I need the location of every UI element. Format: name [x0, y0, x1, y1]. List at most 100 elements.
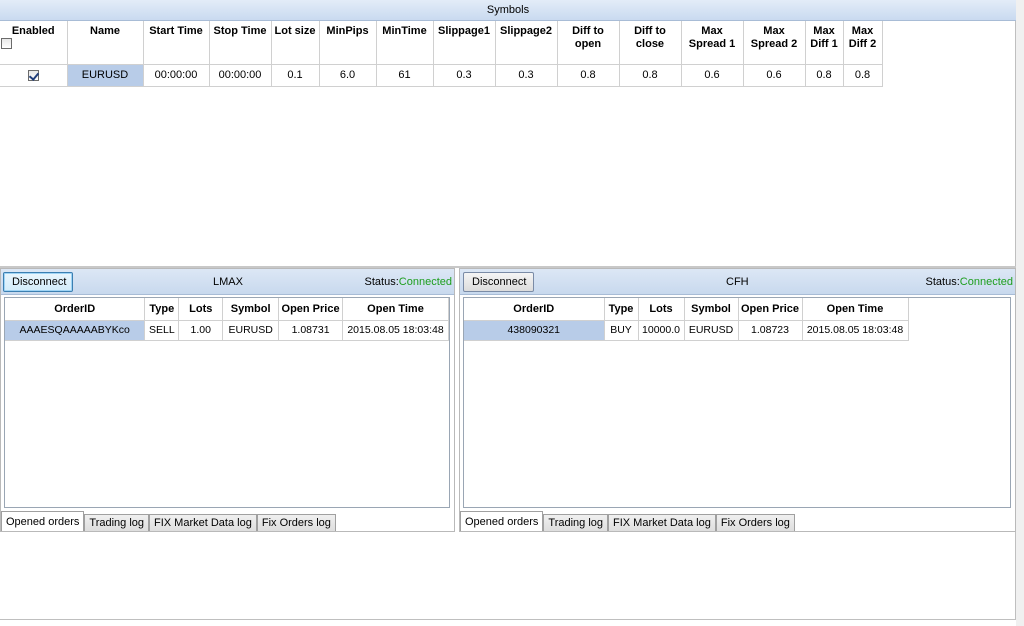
lmax-panel-title: LMAX [213, 276, 243, 288]
col-header-label: Max Spread 2 [750, 25, 798, 50]
col-header-type[interactable]: Type [144, 298, 180, 321]
symbols-grid[interactable]: Enabled Name Start Time Stop Time Lot si… [0, 21, 1016, 267]
col-header-label: Max Diff 2 [848, 25, 877, 50]
col-header-label: Slippage2 [500, 25, 552, 37]
table-row[interactable]: AAAESQAAAAABYKco SELL 1.00 EURUSD 1.0873… [5, 320, 449, 341]
col-header-label: Diff to close [634, 25, 666, 50]
symbol-name-cell[interactable]: EURUSD [67, 64, 144, 87]
col-header-diff-to-open[interactable]: Diff to open [557, 21, 620, 65]
order-open-time-cell[interactable]: 2015.08.05 18:03:48 [802, 320, 909, 341]
select-all-checkbox[interactable] [1, 38, 12, 49]
diff-to-open-cell[interactable]: 0.8 [557, 64, 620, 87]
col-header-start-time[interactable]: Start Time [143, 21, 210, 65]
col-header-enabled[interactable]: Enabled [0, 21, 68, 65]
col-header-lots[interactable]: Lots [178, 298, 224, 321]
cfh-status: Status:Connected [926, 269, 1013, 295]
cfh-tab-bar: Opened orders Trading log FIX Market Dat… [460, 511, 795, 531]
tab-fix-market-data-log[interactable]: FIX Market Data log [608, 514, 716, 531]
col-header-max-diff-1[interactable]: Max Diff 1 [805, 21, 844, 65]
order-type-cell[interactable]: SELL [144, 320, 180, 341]
max-spread-2-cell[interactable]: 0.6 [743, 64, 806, 87]
col-header-max-spread-2[interactable]: Max Spread 2 [743, 21, 806, 65]
col-header-symbol[interactable]: Symbol [222, 298, 280, 321]
lmax-orders-grid[interactable]: OrderID Type Lots Symbol Open Price Open… [4, 297, 450, 508]
cfh-panel: Disconnect CFH Status:Connected OrderID … [459, 268, 1016, 532]
table-row[interactable]: EURUSD 00:00:00 00:00:00 0.1 6.0 61 0.3 … [0, 64, 883, 87]
col-header-diff-to-close[interactable]: Diff to close [619, 21, 682, 65]
max-spread-1-cell[interactable]: 0.6 [681, 64, 744, 87]
diff-to-close-cell[interactable]: 0.8 [619, 64, 682, 87]
col-header-slippage1[interactable]: Slippage1 [433, 21, 496, 65]
col-header-label: Max Diff 1 [810, 25, 838, 50]
col-header-orderid[interactable]: OrderID [5, 298, 146, 321]
lmax-tab-bar: Opened orders Trading log FIX Market Dat… [1, 511, 336, 531]
table-row[interactable]: 438090321 BUY 10000.0 EURUSD 1.08723 201… [464, 320, 909, 341]
lmax-disconnect-button[interactable]: Disconnect [3, 272, 73, 292]
tab-opened-orders[interactable]: Opened orders [1, 511, 85, 531]
stop-time-cell[interactable]: 00:00:00 [209, 64, 272, 87]
col-header-mintime[interactable]: MinTime [376, 21, 434, 65]
col-header-label: Enabled [11, 25, 55, 37]
tab-trading-log[interactable]: Trading log [84, 514, 150, 531]
slippage2-cell[interactable]: 0.3 [495, 64, 558, 87]
lmax-panel: Disconnect LMAX Status:Connected OrderID… [0, 268, 455, 532]
col-header-open-price[interactable]: Open Price [738, 298, 803, 321]
col-header-lot-size[interactable]: Lot size [271, 21, 320, 65]
lot-size-cell[interactable]: 0.1 [271, 64, 320, 87]
cfh-panel-toolbar: Disconnect CFH Status:Connected [460, 269, 1015, 295]
order-lots-cell[interactable]: 1.00 [178, 320, 224, 341]
col-header-minpips[interactable]: MinPips [319, 21, 377, 65]
orders-header-row: OrderID Type Lots Symbol Open Price Open… [464, 298, 909, 321]
tab-fix-orders-log[interactable]: Fix Orders log [256, 514, 336, 531]
col-header-slippage2[interactable]: Slippage2 [495, 21, 558, 65]
tab-trading-log[interactable]: Trading log [543, 514, 609, 531]
start-time-cell[interactable]: 00:00:00 [143, 64, 210, 87]
col-header-lots[interactable]: Lots [638, 298, 685, 321]
cfh-panel-title: CFH [726, 276, 749, 288]
order-open-price-cell[interactable]: 1.08731 [278, 320, 343, 341]
enabled-cell[interactable] [0, 64, 68, 87]
symbols-header: Symbols [0, 0, 1016, 21]
max-diff-1-cell[interactable]: 0.8 [805, 64, 844, 87]
order-id-cell[interactable]: 438090321 [464, 320, 605, 341]
col-header-open-time[interactable]: Open Time [802, 298, 909, 321]
mintime-cell[interactable]: 61 [376, 64, 434, 87]
tab-fix-orders-log[interactable]: Fix Orders log [715, 514, 795, 531]
col-header-label: Slippage1 [438, 25, 490, 37]
enabled-checkbox[interactable] [27, 69, 39, 81]
tab-opened-orders[interactable]: Opened orders [460, 511, 544, 531]
order-open-time-cell[interactable]: 2015.08.05 18:03:48 [342, 320, 449, 341]
col-header-open-price[interactable]: Open Price [278, 298, 343, 321]
order-lots-cell[interactable]: 10000.0 [638, 320, 685, 341]
col-header-type[interactable]: Type [604, 298, 639, 321]
col-header-name[interactable]: Name [67, 21, 144, 65]
max-diff-2-cell[interactable]: 0.8 [843, 64, 883, 87]
col-header-max-diff-2[interactable]: Max Diff 2 [843, 21, 883, 65]
minpips-cell[interactable]: 6.0 [319, 64, 377, 87]
status-label: Status: [925, 276, 960, 288]
col-header-stop-time[interactable]: Stop Time [209, 21, 272, 65]
symbols-title: Symbols [486, 4, 530, 16]
col-header-label: Lot size [274, 25, 316, 37]
lmax-orders-table: OrderID Type Lots Symbol Open Price Open… [5, 298, 449, 341]
order-symbol-cell[interactable]: EURUSD [222, 320, 280, 341]
col-header-label: Stop Time [213, 25, 267, 37]
order-symbol-cell[interactable]: EURUSD [684, 320, 739, 341]
lmax-status: Status:Connected [365, 269, 452, 295]
slippage1-cell[interactable]: 0.3 [433, 64, 496, 87]
order-type-cell[interactable]: BUY [604, 320, 639, 341]
col-header-symbol[interactable]: Symbol [684, 298, 739, 321]
bottom-empty-area [0, 532, 1016, 620]
col-header-label: MinTime [382, 25, 427, 37]
col-header-open-time[interactable]: Open Time [342, 298, 449, 321]
col-header-orderid[interactable]: OrderID [464, 298, 605, 321]
order-id-cell[interactable]: AAAESQAAAAABYKco [5, 320, 146, 341]
col-header-max-spread-1[interactable]: Max Spread 1 [681, 21, 744, 65]
cfh-disconnect-button[interactable]: Disconnect [463, 272, 534, 292]
col-header-label: Name [90, 25, 120, 37]
cfh-orders-grid[interactable]: OrderID Type Lots Symbol Open Price Open… [463, 297, 1011, 508]
order-open-price-cell[interactable]: 1.08723 [738, 320, 803, 341]
lmax-panel-toolbar: Disconnect LMAX Status:Connected [1, 269, 454, 295]
tab-fix-market-data-log[interactable]: FIX Market Data log [149, 514, 257, 531]
status-value: Connected [959, 276, 1013, 288]
